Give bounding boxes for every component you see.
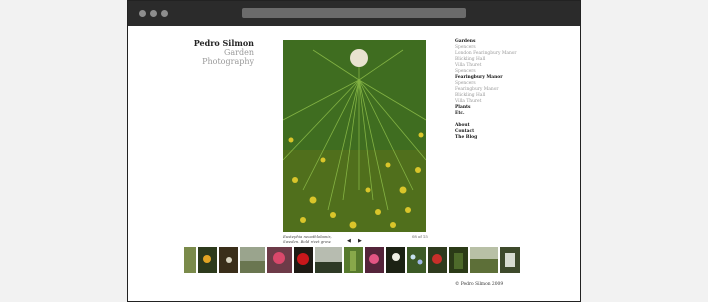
browser-window: Pedro Silmon Garden Photography Eustephi… [127, 0, 581, 302]
copyright: © Pedro Silmon 2009 [455, 282, 504, 287]
site-navigation: Gardens Spencers London Fearingbury Mano… [455, 39, 517, 141]
address-bar[interactable] [242, 8, 466, 18]
thumbnail[interactable] [315, 247, 342, 273]
thumbnail[interactable] [500, 247, 520, 273]
prev-arrow-icon[interactable]: ◀ [347, 238, 351, 244]
site-header: Pedro Silmon Garden Photography [174, 39, 254, 67]
next-arrow-icon[interactable]: ▶ [358, 238, 362, 244]
thumbnail[interactable] [470, 247, 498, 273]
thumbnail[interactable] [267, 247, 292, 273]
browser-titlebar [128, 1, 580, 26]
window-minimize-dot[interactable] [150, 10, 157, 17]
thumbnail[interactable] [198, 247, 217, 273]
thumbnail[interactable] [449, 247, 468, 273]
thumbnail[interactable] [184, 247, 196, 273]
thumbnail[interactable] [294, 247, 313, 273]
nav-blog[interactable]: The Blog [455, 135, 517, 141]
window-maximize-dot[interactable] [161, 10, 168, 17]
page-content: Pedro Silmon Garden Photography Eustephi… [128, 26, 580, 301]
thumbnail[interactable] [428, 247, 447, 273]
main-photo[interactable] [283, 40, 426, 232]
site-name[interactable]: Pedro Silmon [174, 39, 254, 48]
thumbnail[interactable] [365, 247, 384, 273]
site-subtitle: Garden Photography [202, 48, 254, 66]
thumbnail[interactable] [386, 247, 405, 273]
main-photo-image [283, 40, 426, 232]
thumbnail[interactable] [219, 247, 238, 273]
thumbnail[interactable] [344, 247, 363, 273]
window-close-dot[interactable] [139, 10, 146, 17]
photo-counter: 08 of 15 [412, 234, 428, 239]
thumbnail[interactable] [407, 247, 426, 273]
thumbnail[interactable] [240, 247, 265, 273]
